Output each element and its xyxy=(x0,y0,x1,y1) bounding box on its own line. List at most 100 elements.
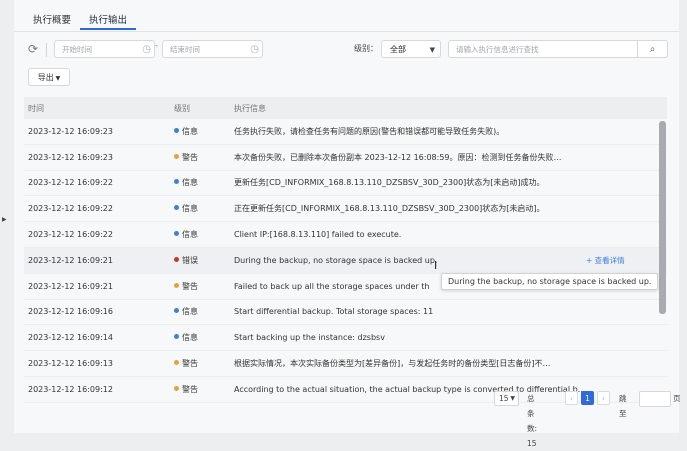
row-message: 本次备份失败，已删除本次备份副本 2023-12-12 16:08:59。原因：… xyxy=(234,152,562,162)
level-dot-icon xyxy=(174,385,179,391)
level-select-value: 全部 xyxy=(390,45,406,54)
row-time: 2023-12-12 16:09:21 xyxy=(28,255,113,265)
row-level: 警告 xyxy=(174,281,234,292)
row-time: 2023-12-12 16:09:22 xyxy=(28,204,113,214)
level-label: 信息 xyxy=(182,333,198,343)
table-row[interactable]: 2023-12-12 16:09:22 信息 Client IP:[168.8.13… xyxy=(24,222,667,248)
refresh-icon[interactable]: ⟳ xyxy=(28,42,38,56)
row-time: 2023-12-12 16:09:16 xyxy=(28,307,113,317)
column-header-level: 级别 xyxy=(174,103,190,113)
column-header-time: 时间 xyxy=(28,103,44,113)
level-dot-icon xyxy=(174,153,179,159)
page-number-button[interactable]: 1 xyxy=(581,391,594,405)
caret-down-icon: ▼ xyxy=(510,395,515,402)
total-count: 总条数: 15 xyxy=(527,394,538,448)
table-row[interactable]: 2023-12-12 16:09:21 错误 During the backup, … xyxy=(24,247,667,274)
row-time: 2023-12-12 16:09:23 xyxy=(28,126,113,136)
level-dot-icon xyxy=(174,308,179,314)
collapse-arrow-icon[interactable]: ▶ xyxy=(2,216,7,223)
level-label: 信息 xyxy=(182,307,198,317)
level-dot-icon xyxy=(174,334,179,340)
level-dot-icon xyxy=(174,179,179,185)
table-row[interactable]: 2023-12-12 16:09:16 信息 Start differential … xyxy=(24,300,667,326)
table-body: 2023-12-12 16:09:23 信息 任务执行失败，请检查任务有问题的原因(… xyxy=(24,119,667,403)
table-row[interactable]: 2023-12-12 16:09:22 信息 正在更新任务[CD_INFORMIX_… xyxy=(24,196,667,223)
level-label: 警告 xyxy=(182,152,198,162)
row-time: 2023-12-12 16:09:12 xyxy=(28,384,113,394)
row-time: 2023-12-12 16:09:23 xyxy=(28,152,113,162)
level-filter-label: 级别： xyxy=(354,44,378,53)
message-tooltip: During the backup, no storage space is b… xyxy=(441,273,659,290)
end-time-placeholder: 结束时间 xyxy=(170,45,200,54)
row-level: 信息 xyxy=(174,332,234,343)
jump-page-input[interactable] xyxy=(639,391,671,407)
row-level: 警告 xyxy=(174,384,234,395)
row-level: 信息 xyxy=(174,229,234,240)
search-placeholder: 请输入执行信息进行查找 xyxy=(456,45,539,54)
row-message: Start differential backup. Total storage… xyxy=(234,307,434,317)
table-row[interactable]: 2023-12-12 16:09:23 信息 任务执行失败，请检查任务有问题的原因(… xyxy=(24,119,667,145)
row-level: 信息 xyxy=(174,126,234,137)
row-message: 正在更新任务[CD_INFORMIX_168.8.13.110_DZSBSV_3… xyxy=(234,204,545,214)
row-message: 根据实际情况，本次实际备份类型为[差异备份]，与发起任务时的备份类型[日志备份]… xyxy=(234,359,551,369)
table-scrollbar[interactable] xyxy=(659,121,666,314)
search-input[interactable]: 请输入执行信息进行查找 xyxy=(448,40,638,58)
level-dot-icon xyxy=(174,205,179,211)
view-detail-link[interactable]: + 查看详情 xyxy=(586,255,625,266)
level-label: 警告 xyxy=(182,359,198,369)
page-size-value: 15 xyxy=(499,394,509,403)
row-level: 信息 xyxy=(174,177,234,188)
toolbar-divider xyxy=(46,43,47,57)
column-header-message: 执行信息 xyxy=(234,103,266,113)
level-dot-icon xyxy=(174,256,179,262)
row-time: 2023-12-12 16:09:14 xyxy=(28,333,113,343)
search-icon: ⌕ xyxy=(649,44,656,55)
level-label: 警告 xyxy=(182,281,198,291)
log-table: 时间 级别 执行信息 2023-12-12 16:09:23 信息 任务执行失败，请… xyxy=(24,97,667,403)
level-dot-icon xyxy=(174,231,179,237)
export-button[interactable]: 导出 ▼ xyxy=(28,68,70,86)
row-level: 警告 xyxy=(174,358,234,369)
level-label: 错误 xyxy=(182,255,198,265)
row-time: 2023-12-12 16:09:13 xyxy=(28,359,113,369)
row-level: 错误 xyxy=(174,255,234,266)
search-button[interactable]: ⌕ xyxy=(638,40,668,58)
row-message: According to the actual situation, the a… xyxy=(234,384,586,394)
end-time-input[interactable]: 结束时间 ◷ xyxy=(162,40,263,58)
table-row[interactable]: 2023-12-12 16:09:13 警告 根据实际情况，本次实际备份类型为[差异… xyxy=(24,351,667,377)
level-label: 警告 xyxy=(182,384,198,394)
tab-execution-output[interactable]: 执行输出 xyxy=(80,8,137,30)
chevron-right-icon: › xyxy=(602,394,605,403)
caret-down-icon: ▼ xyxy=(429,46,435,54)
caret-down-icon: ▼ xyxy=(53,75,61,82)
jump-label: 跳至 xyxy=(619,394,627,418)
mouse-cursor-icon: I xyxy=(434,259,438,272)
row-time: 2023-12-12 16:09:22 xyxy=(28,178,113,188)
row-level: 警告 xyxy=(174,152,234,163)
table-row[interactable]: 2023-12-12 16:09:14 信息 Start backing up th… xyxy=(24,325,667,352)
next-page-button[interactable]: › xyxy=(597,391,610,405)
level-dot-icon xyxy=(174,282,179,288)
table-row[interactable]: 2023-12-12 16:09:23 警告 本次备份失败，已删除本次备份副本 20… xyxy=(24,145,667,171)
tab-execution-summary[interactable]: 执行概要 xyxy=(24,8,80,30)
level-select[interactable]: 全部 ▼ xyxy=(381,40,441,58)
row-level: 信息 xyxy=(174,306,234,317)
row-message: 任务执行失败，请检查任务有问题的原因(警告和错误都可能导致任务失败)。 xyxy=(234,126,505,136)
tab-divider xyxy=(14,31,679,32)
tab-bar: 执行概要 执行输出 xyxy=(24,8,137,30)
date-separator: - xyxy=(155,41,159,51)
level-label: 信息 xyxy=(182,230,198,240)
row-message: Start backing up the instance: dzsbsv xyxy=(234,333,385,343)
start-time-input[interactable]: 开始时间 ◷ xyxy=(54,40,155,58)
filter-toolbar: ⟳ 开始时间 ◷ - 结束时间 ◷ 级别： 全部 ▼ 请输入执行信息进行查找 ⌕ xyxy=(24,40,673,60)
level-dot-icon xyxy=(174,127,179,133)
chevron-left-icon: ‹ xyxy=(570,394,573,403)
start-time-placeholder: 开始时间 xyxy=(62,45,92,54)
page-size-select[interactable]: 15 ▼ xyxy=(494,391,519,406)
clock-icon: ◷ xyxy=(250,44,259,55)
row-level: 信息 xyxy=(174,203,234,214)
prev-page-button[interactable]: ‹ xyxy=(565,391,578,405)
level-label: 信息 xyxy=(182,178,198,188)
table-row[interactable]: 2023-12-12 16:09:22 信息 更新任务[CD_INFORMIX_16… xyxy=(24,171,667,197)
clock-icon: ◷ xyxy=(142,44,151,55)
